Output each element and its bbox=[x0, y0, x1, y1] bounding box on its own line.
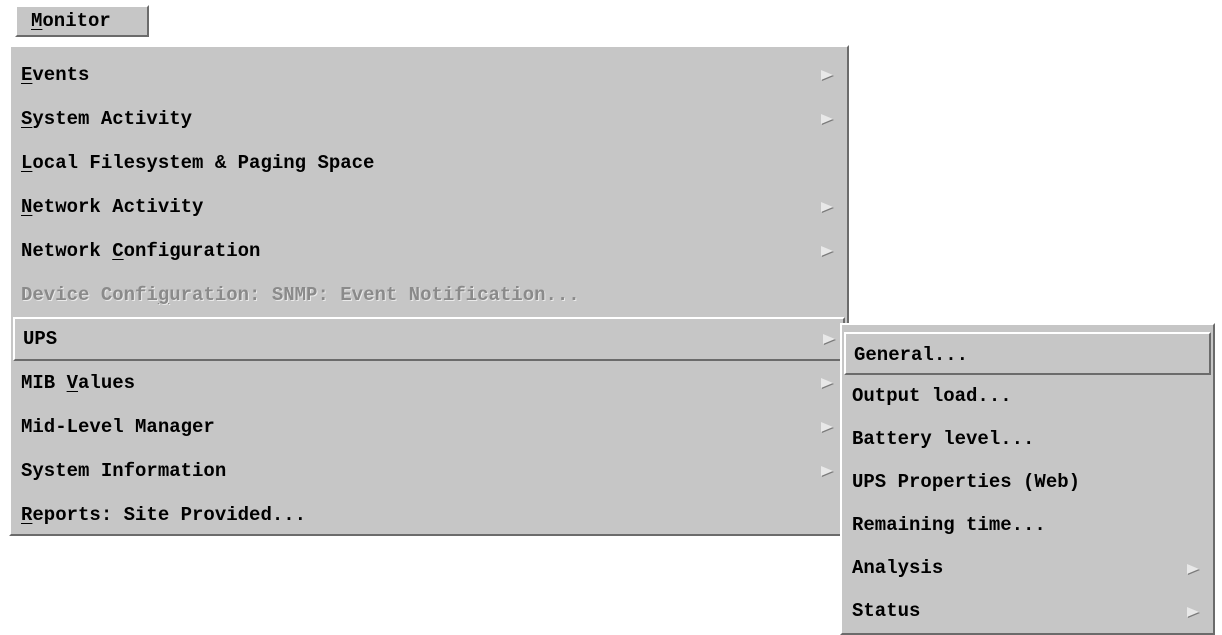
submenu-item-remaining-time[interactable]: Remaining time... bbox=[842, 504, 1213, 547]
submenu-arrow-icon bbox=[821, 466, 833, 476]
monitor-menu-button[interactable]: Monitor bbox=[15, 5, 149, 37]
submenu-item-status[interactable]: Status bbox=[842, 590, 1213, 633]
menu-item-ups[interactable]: UPS bbox=[13, 317, 845, 361]
monitor-label: onitor bbox=[42, 10, 111, 32]
ups-submenu: General... Output load... Battery level.… bbox=[840, 323, 1215, 635]
menu-item-network-activity[interactable]: Network Activity bbox=[11, 185, 847, 229]
menu-item-events[interactable]: Events bbox=[11, 53, 847, 97]
menu-item-mid-level-manager[interactable]: Mid-Level Manager bbox=[11, 405, 847, 449]
menu-item-reports-site-provided[interactable]: Reports: Site Provided... bbox=[11, 493, 847, 537]
monitor-dropdown-menu: Events System Activity Local Filesystem … bbox=[9, 45, 849, 536]
submenu-arrow-icon bbox=[823, 334, 835, 344]
menu-item-local-filesystem[interactable]: Local Filesystem & Paging Space bbox=[11, 141, 847, 185]
menu-item-system-information[interactable]: System Information bbox=[11, 449, 847, 493]
submenu-arrow-icon bbox=[1187, 606, 1199, 617]
submenu-arrow-icon bbox=[821, 114, 833, 124]
submenu-arrow-icon bbox=[821, 246, 833, 256]
submenu-item-ups-properties-web[interactable]: UPS Properties (Web) bbox=[842, 461, 1213, 504]
submenu-arrow-icon bbox=[821, 202, 833, 212]
submenu-arrow-icon bbox=[821, 422, 833, 432]
submenu-item-general[interactable]: General... bbox=[844, 332, 1211, 375]
submenu-arrow-icon bbox=[821, 378, 833, 388]
submenu-item-output-load[interactable]: Output load... bbox=[842, 375, 1213, 418]
submenu-arrow-icon bbox=[1187, 563, 1199, 574]
submenu-item-battery-level[interactable]: Battery level... bbox=[842, 418, 1213, 461]
monitor-mnemonic: M bbox=[31, 10, 43, 32]
submenu-arrow-icon bbox=[821, 70, 833, 80]
menu-item-mib-values[interactable]: MIB Values bbox=[11, 361, 847, 405]
menu-item-system-activity[interactable]: System Activity bbox=[11, 97, 847, 141]
submenu-item-analysis[interactable]: Analysis bbox=[842, 547, 1213, 590]
menu-item-device-configuration: Device Configuration: SNMP: Event Notifi… bbox=[21, 284, 580, 306]
menu-item-network-configuration[interactable]: Network Configuration bbox=[11, 229, 847, 273]
